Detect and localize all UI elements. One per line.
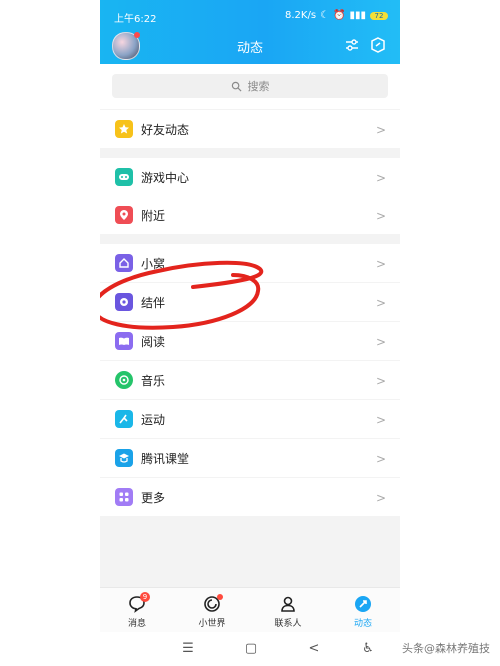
tab-label: 动态: [353, 619, 372, 629]
menu-item-label: 更多: [141, 490, 166, 505]
search-input[interactable]: 搜索: [112, 74, 388, 98]
book-icon: [115, 332, 133, 350]
menu-item-label: 好友动态: [141, 122, 190, 137]
tab-small-world[interactable]: 小世界: [182, 592, 242, 630]
location-pin-icon: [115, 206, 133, 224]
network-speed: 8.2K/s: [285, 10, 317, 21]
gamepad-icon: [115, 168, 133, 186]
alarm-icon: ⏰: [333, 10, 346, 21]
chevron-right-icon: >: [376, 491, 387, 505]
message-icon: 9: [128, 592, 150, 613]
battery-icon: 72: [370, 11, 388, 20]
menu-item-music[interactable]: 音乐 >: [100, 361, 400, 399]
status-bar: 上午6:22 8.2K/s ☾ ⏰ ▮▮▮ 72: [100, 10, 400, 26]
notification-dot: [217, 594, 223, 600]
status-right: 8.2K/s ☾ ⏰ ▮▮▮ 72: [285, 10, 388, 21]
grid-icon: [115, 488, 133, 506]
tab-messages[interactable]: 9 消息: [107, 592, 167, 630]
phone-screen: 上午6:22 8.2K/s ☾ ⏰ ▮▮▮ 72 动态 搜索 好友动态 > 游戏…: [100, 0, 400, 666]
home-square-icon[interactable]: ▢: [243, 641, 259, 657]
sport-icon: [115, 410, 133, 428]
chevron-right-icon: >: [376, 123, 387, 137]
menu-item-label: 阅读: [141, 334, 166, 349]
chevron-right-icon: >: [376, 413, 387, 427]
small-world-icon: [203, 594, 223, 613]
star-icon: [115, 120, 133, 138]
menu-item-label: 音乐: [141, 373, 166, 388]
menu-item-game-center[interactable]: 游戏中心 >: [100, 158, 400, 196]
back-icon[interactable]: <: [306, 641, 322, 657]
chevron-right-icon: >: [376, 296, 387, 310]
moon-icon: ☾: [320, 10, 330, 21]
tab-label: 小世界: [198, 619, 226, 629]
bottom-tab-bar: 9 消息 小世界 联系人 动态: [100, 587, 400, 633]
menu-item-sport[interactable]: 运动 >: [100, 400, 400, 438]
system-nav-bar: ☰ ▢ < ♿: [100, 632, 400, 666]
menu-item-tencent-classroom[interactable]: 腾讯课堂 >: [100, 439, 400, 477]
status-time: 上午6:22: [114, 14, 157, 25]
menu-item-label: 运动: [141, 412, 166, 427]
search-icon: [231, 81, 242, 92]
menu-item-label: 附近: [141, 208, 166, 223]
accessibility-icon[interactable]: ♿: [360, 641, 376, 657]
chevron-right-icon: >: [376, 209, 387, 223]
tab-label: 联系人: [274, 619, 302, 629]
menu-icon[interactable]: ☰: [180, 641, 196, 657]
signal-icon: ▮▮▮: [349, 10, 366, 21]
menu-item-nearby[interactable]: 附近 >: [100, 196, 400, 234]
shield-icon[interactable]: [370, 37, 386, 53]
tab-label: 消息: [127, 619, 146, 629]
chevron-right-icon: >: [376, 171, 387, 185]
tab-badge: 9: [140, 592, 150, 602]
app-header: 上午6:22 8.2K/s ☾ ⏰ ▮▮▮ 72 动态: [100, 0, 400, 64]
music-icon: [115, 371, 133, 389]
tab-contacts[interactable]: 联系人: [258, 592, 318, 630]
menu-item-label: 腾讯课堂: [141, 451, 190, 466]
chevron-right-icon: >: [376, 257, 387, 271]
search-bar-container: 搜索: [100, 64, 400, 109]
menu-item-label: 游戏中心: [141, 170, 190, 185]
chevron-right-icon: >: [376, 374, 387, 388]
tab-moments[interactable]: 动态: [333, 592, 393, 630]
search-placeholder: 搜索: [247, 80, 270, 93]
menu-item-friend-feed[interactable]: 好友动态 >: [100, 110, 400, 148]
classroom-icon: [115, 449, 133, 467]
sliders-icon[interactable]: [344, 37, 360, 53]
contacts-icon: [279, 595, 297, 613]
menu-item-more[interactable]: 更多 >: [100, 478, 400, 516]
moments-icon: [354, 595, 372, 613]
chevron-right-icon: >: [376, 335, 387, 349]
chevron-right-icon: >: [376, 452, 387, 466]
red-annotation-circle: [100, 260, 264, 330]
watermark-text: 头条@森林养殖技: [402, 642, 490, 655]
